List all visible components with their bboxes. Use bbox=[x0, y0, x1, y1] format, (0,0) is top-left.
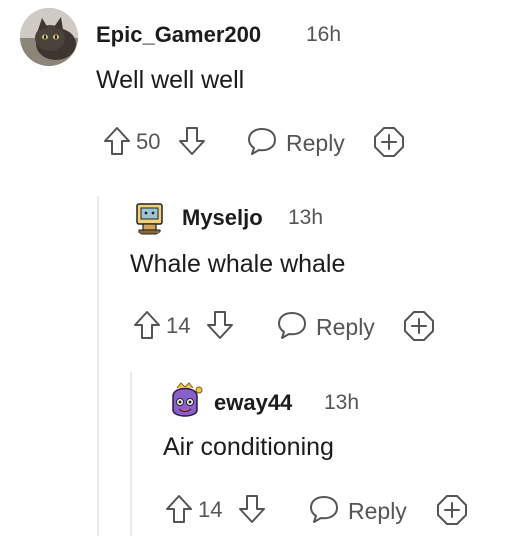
plus-octagon-icon[interactable] bbox=[403, 310, 435, 347]
computer-character-avatar-icon bbox=[136, 203, 163, 235]
reply-label: Reply bbox=[348, 498, 407, 524]
reply-label: Reply bbox=[316, 314, 375, 340]
plus-octagon-icon[interactable] bbox=[373, 126, 405, 163]
avatar[interactable] bbox=[20, 8, 78, 66]
score: 50 bbox=[136, 129, 161, 154]
speech-bubble-icon bbox=[308, 494, 340, 529]
timestamp: 16h bbox=[306, 23, 342, 46]
reply-button[interactable]: Reply bbox=[246, 126, 345, 161]
arrow-down-icon[interactable] bbox=[206, 310, 234, 340]
purple-character-avatar-icon bbox=[172, 382, 203, 417]
speech-bubble-icon bbox=[246, 126, 278, 161]
timestamp: 13h bbox=[324, 391, 360, 414]
reply-button[interactable]: Reply bbox=[308, 494, 407, 529]
arrow-up-icon[interactable] bbox=[133, 310, 161, 340]
arrow-down-icon[interactable] bbox=[238, 494, 266, 524]
comment-text: Well well well bbox=[96, 66, 245, 94]
reply-button[interactable]: Reply bbox=[276, 310, 375, 345]
arrow-up-icon[interactable] bbox=[165, 494, 193, 524]
username[interactable]: eway44 bbox=[214, 390, 292, 416]
thread-line-level-1 bbox=[97, 196, 99, 536]
score: 14 bbox=[166, 313, 191, 338]
speech-bubble-icon bbox=[276, 310, 308, 345]
comment-text: Air conditioning bbox=[163, 433, 334, 461]
username[interactable]: Epic_Gamer200 bbox=[96, 22, 261, 48]
cat-photo-avatar-icon bbox=[20, 8, 78, 66]
score: 14 bbox=[198, 497, 223, 522]
username[interactable]: Myseljo bbox=[182, 205, 263, 231]
arrow-down-icon[interactable] bbox=[178, 126, 206, 156]
avatar[interactable] bbox=[163, 380, 207, 424]
reply-label: Reply bbox=[286, 130, 345, 156]
comment-text: Whale whale whale bbox=[130, 250, 346, 278]
arrow-up-icon[interactable] bbox=[103, 126, 131, 156]
avatar[interactable] bbox=[130, 198, 168, 236]
thread-line-level-2 bbox=[130, 372, 132, 536]
timestamp: 13h bbox=[288, 206, 324, 229]
plus-octagon-icon[interactable] bbox=[436, 494, 468, 531]
